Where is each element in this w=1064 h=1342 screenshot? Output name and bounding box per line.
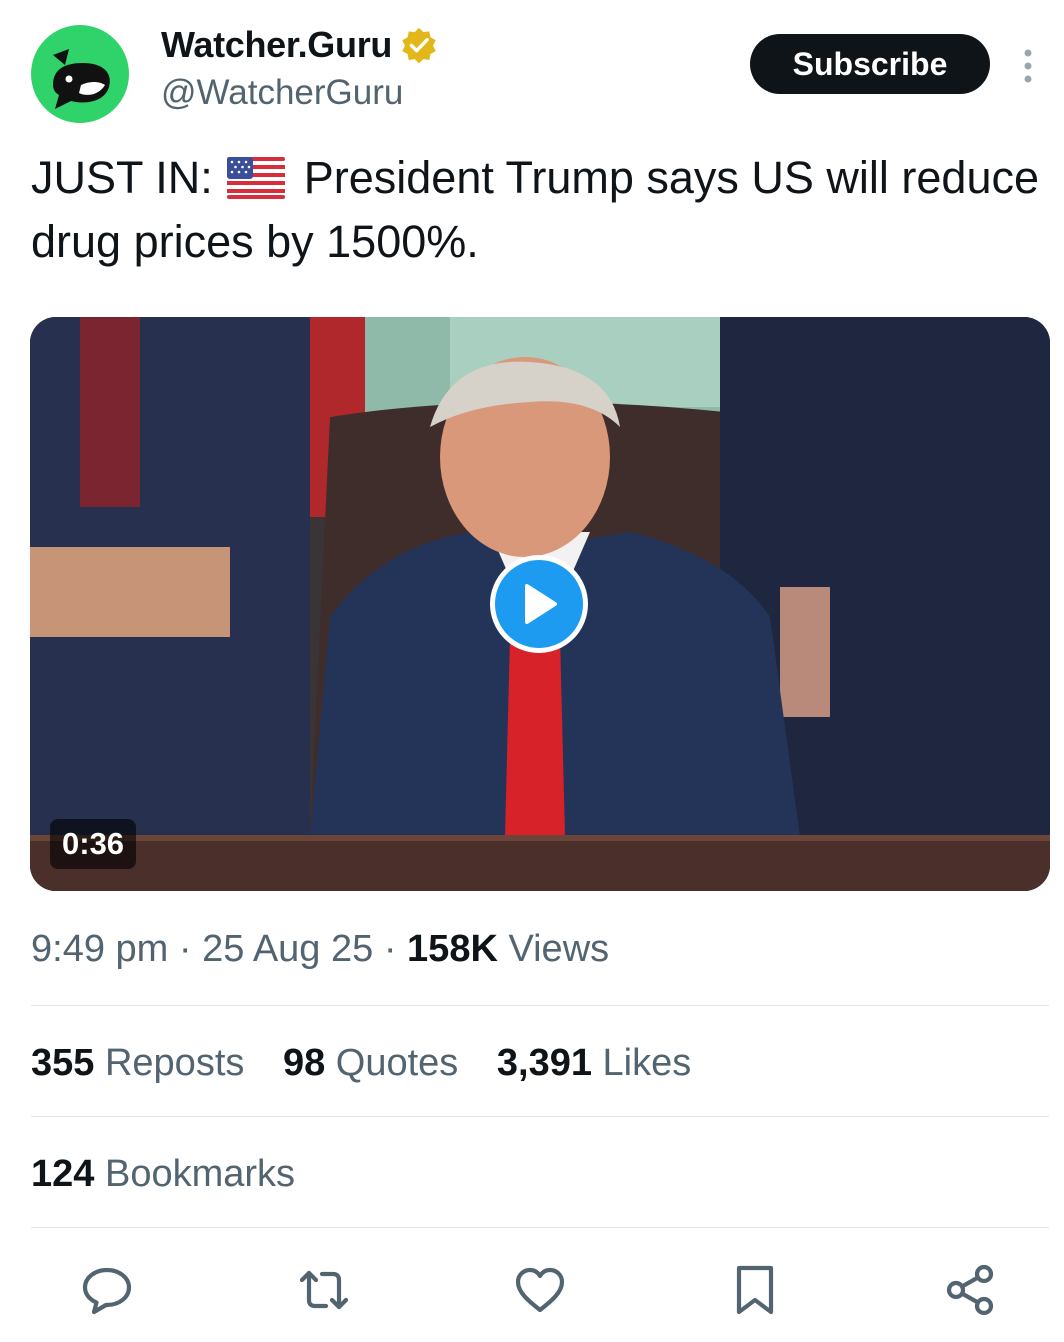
whale-logo-icon xyxy=(53,49,110,109)
reposts-label: Reposts xyxy=(104,1042,245,1084)
reposts-stat[interactable]: 355 Reposts xyxy=(31,1042,244,1084)
repost-icon[interactable] xyxy=(296,1262,352,1318)
tweet-meta: 9:49 pm · 25 Aug 25 · 158K Views xyxy=(31,928,609,971)
author-name-row: Watcher.Guru xyxy=(161,24,438,66)
likes-stat[interactable]: 3,391 Likes xyxy=(497,1042,691,1084)
bookmark-icon[interactable] xyxy=(727,1262,783,1318)
share-icon[interactable] xyxy=(942,1262,998,1318)
author-handle[interactable]: @WatcherGuru xyxy=(161,73,403,113)
subscribe-button[interactable]: Subscribe xyxy=(750,34,990,94)
more-vertical-icon[interactable] xyxy=(1018,46,1038,86)
us-flag-icon xyxy=(227,157,286,199)
tweet-date[interactable]: 25 Aug 25 xyxy=(202,928,373,970)
reposts-count: 355 xyxy=(31,1042,95,1084)
views-label: Views xyxy=(508,928,610,970)
divider xyxy=(31,1227,1049,1228)
tweet-prefix: JUST IN: xyxy=(31,152,213,203)
meta-separator: · xyxy=(178,928,192,970)
likes-label: Likes xyxy=(602,1042,692,1084)
tweet-time[interactable]: 9:49 pm xyxy=(31,928,168,970)
quotes-count: 98 xyxy=(282,1042,326,1084)
play-button[interactable] xyxy=(490,555,588,653)
divider xyxy=(31,1005,1049,1006)
bookmarks-count: 124 xyxy=(31,1153,95,1195)
author-name[interactable]: Watcher.Guru xyxy=(161,24,392,66)
quotes-stat[interactable]: 98 Quotes xyxy=(283,1042,458,1084)
verified-badge-icon xyxy=(402,27,436,64)
bookmarks-label: Bookmarks xyxy=(104,1153,296,1195)
video-duration: 0:36 xyxy=(50,819,137,869)
quotes-label: Quotes xyxy=(335,1042,459,1084)
action-bar xyxy=(0,1262,1064,1318)
reply-icon[interactable] xyxy=(79,1262,135,1318)
likes-count: 3,391 xyxy=(496,1042,592,1084)
meta-separator: · xyxy=(383,928,397,970)
like-icon[interactable] xyxy=(512,1262,568,1318)
avatar[interactable] xyxy=(31,25,129,123)
divider xyxy=(31,1116,1049,1117)
engagement-stats: 355 Reposts 98 Quotes 3,391 Likes xyxy=(31,1042,719,1085)
play-icon xyxy=(525,584,557,624)
bookmarks-stat[interactable]: 124 Bookmarks xyxy=(31,1153,295,1196)
tweet-text: JUST IN: President Trump says US will re… xyxy=(31,146,1041,274)
views-count: 158K xyxy=(407,928,498,970)
